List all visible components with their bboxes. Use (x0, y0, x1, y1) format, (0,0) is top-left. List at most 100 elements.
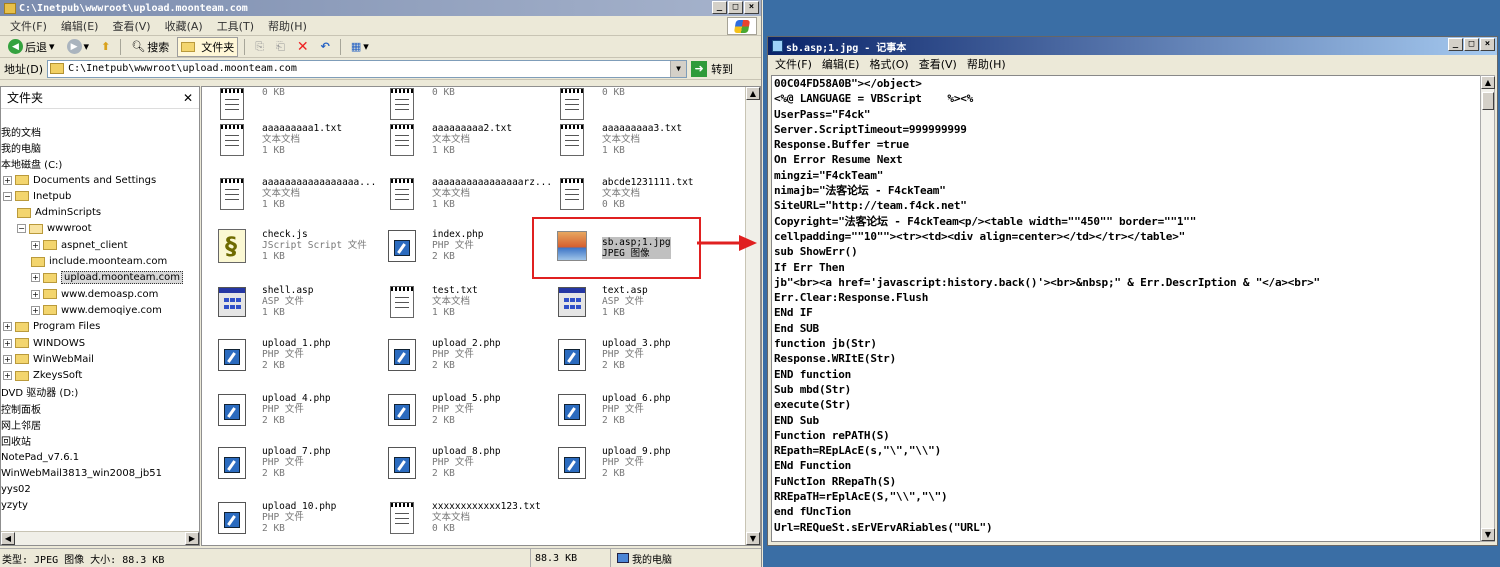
menu-file[interactable]: 文件(F) (4, 18, 53, 34)
tree-item[interactable]: yys02 (1, 482, 199, 498)
tree-item[interactable]: + WINDOWS (1, 335, 199, 351)
tree-item[interactable]: + aspnet_client (1, 237, 199, 253)
copy-to-button[interactable]: ⎗ (272, 38, 289, 56)
address-input[interactable]: C:\Inetpub\wwwroot\upload.moonteam.com ▼ (47, 59, 688, 78)
horizontal-scrollbar[interactable]: ◀ ▶ (1, 531, 199, 545)
folders-button[interactable]: 文件夹 (177, 36, 239, 57)
expand-icon[interactable]: + (31, 305, 40, 315)
tree-item[interactable]: + Program Files (1, 319, 199, 335)
notepad-minimize-button[interactable]: _ (1448, 38, 1463, 51)
expand-icon[interactable]: + (31, 289, 40, 299)
menu-edit[interactable]: 编辑(E) (55, 18, 105, 34)
scroll-right-icon[interactable]: ▶ (185, 532, 199, 545)
file-item[interactable]: upload_8.php PHP 文件 2 KB (377, 440, 542, 486)
tree-item[interactable]: include.moonteam.com (1, 253, 199, 269)
scroll-left-icon[interactable]: ◀ (1, 532, 15, 545)
file-item[interactable]: upload_6.php PHP 文件 2 KB (547, 387, 712, 433)
notepad-titlebar[interactable]: sb.asp;1.jpg - 记事本 _ □ × (768, 37, 1497, 55)
notepad-close-button[interactable]: × (1480, 38, 1495, 51)
folders-pane-close-icon[interactable]: ✕ (183, 91, 193, 105)
go-arrow-icon[interactable]: ➜ (691, 60, 708, 77)
file-item[interactable]: aaaaaaaaa3.txt 文本文档 1 KB (547, 117, 712, 163)
np-menu-edit[interactable]: 编辑(E) (817, 56, 865, 72)
np-menu-help[interactable]: 帮助(H) (962, 56, 1011, 72)
np-menu-file[interactable]: 文件(F) (770, 56, 817, 72)
tree-item[interactable]: AdminScripts (1, 204, 199, 220)
back-button[interactable]: ◀ 后退 ▾ (4, 37, 59, 57)
file-item[interactable]: text.asp ASP 文件 1 KB (547, 279, 712, 325)
undo-button[interactable]: ↶ (317, 38, 334, 55)
go-label[interactable]: 转到 (711, 61, 733, 77)
delete-button[interactable]: ✕ (293, 37, 313, 57)
tree-item[interactable]: 我的电脑 (1, 139, 199, 155)
np-menu-format[interactable]: 格式(O) (864, 56, 913, 72)
file-item[interactable]: upload_3.php PHP 文件 2 KB (547, 332, 712, 378)
expand-icon[interactable]: + (3, 354, 12, 364)
file-item[interactable]: upload_7.php PHP 文件 2 KB (207, 440, 372, 486)
tree-item[interactable]: + upload.moonteam.com (1, 270, 199, 286)
tree-item[interactable]: DVD 驱动器 (D:) (1, 384, 199, 400)
explorer-titlebar[interactable]: C:\Inetpub\wwwroot\upload.moonteam.com _… (0, 0, 761, 16)
tree-item[interactable]: 回收站 (1, 433, 199, 449)
np-scroll-thumb[interactable] (1482, 92, 1494, 110)
close-button[interactable]: × (744, 1, 759, 14)
file-item[interactable]: aaaaaaaaa2.txt 文本文档 1 KB (377, 117, 542, 163)
views-button[interactable]: ▦ ▾ (347, 38, 373, 55)
menu-view[interactable]: 查看(V) (106, 18, 156, 34)
tree-item[interactable]: 本地磁盘 (C:) (1, 156, 199, 172)
file-item[interactable]: upload_2.php PHP 文件 2 KB (377, 332, 542, 378)
np-scroll-up-icon[interactable]: ▲ (1481, 76, 1495, 89)
notepad-maximize-button[interactable]: □ (1464, 38, 1479, 51)
file-item[interactable]: upload_10.php PHP 文件 2 KB (207, 495, 372, 541)
minimize-button[interactable]: _ (712, 1, 727, 14)
file-item[interactable]: aaaaaaaaaaaaaaaaa... 文本文档 1 KB (207, 171, 376, 217)
expand-icon[interactable]: + (31, 240, 40, 250)
menu-favorites[interactable]: 收藏(A) (159, 18, 209, 34)
vertical-scrollbar[interactable]: ▲ ▼ (745, 87, 760, 545)
file-item[interactable]: index.php PHP 文件 2 KB (377, 223, 542, 269)
expand-icon[interactable]: + (3, 175, 12, 185)
file-item[interactable]: aaaaaaaaa1.txt 文本文档 1 KB (207, 117, 372, 163)
scroll-up-icon[interactable]: ▲ (746, 87, 760, 100)
move-to-button[interactable]: ⎘ (251, 38, 268, 56)
menu-help[interactable]: 帮助(H) (262, 18, 313, 34)
file-item[interactable]: aaaaaaaaaaaaaaaarz... 文本文档 1 KB (377, 171, 552, 217)
file-item[interactable]: test.txt 文本文档 1 KB (377, 279, 542, 325)
menu-tools[interactable]: 工具(T) (211, 18, 260, 34)
np-scroll-down-icon[interactable]: ▼ (1481, 528, 1495, 541)
address-dropdown-icon[interactable]: ▼ (670, 60, 687, 77)
tree-item[interactable]: − wwwroot (1, 221, 199, 237)
file-item[interactable]: abcde1231111.txt 文本文档 0 KB (547, 171, 712, 217)
file-item[interactable]: check.jsJScript Script 文件1 KB (207, 223, 372, 269)
expand-icon[interactable]: + (31, 273, 40, 283)
tree-item[interactable]: − Inetpub (1, 188, 199, 204)
file-item[interactable]: upload_4.php PHP 文件 2 KB (207, 387, 372, 433)
tree-item[interactable]: NotePad_v7.6.1 (1, 449, 199, 465)
scroll-down-icon[interactable]: ▼ (746, 532, 760, 545)
file-item[interactable]: shell.asp ASP 文件 1 KB (207, 279, 372, 325)
tree-item[interactable]: 我的文档 (1, 123, 199, 139)
file-item[interactable]: upload_9.php PHP 文件 2 KB (547, 440, 712, 486)
file-item[interactable]: upload_5.php PHP 文件 2 KB (377, 387, 542, 433)
forward-button[interactable]: ▶ ▾ (63, 37, 94, 56)
up-folder-button[interactable]: ⬆ (97, 38, 114, 55)
file-item[interactable]: xxxxxxxxxxxx123.txt 文本文档 0 KB (377, 495, 542, 541)
tree-item[interactable]: + www.demoqiye.com (1, 302, 199, 318)
file-item[interactable]: upload_1.php PHP 文件 2 KB (207, 332, 372, 378)
expand-icon[interactable]: + (3, 338, 12, 348)
np-menu-view[interactable]: 查看(V) (914, 56, 962, 72)
notepad-text-area[interactable]: 00C04FD58A0B"></object> <%@ LANGUAGE = VB… (771, 75, 1481, 542)
expand-icon[interactable]: + (3, 322, 12, 332)
collapse-icon[interactable]: − (17, 224, 26, 234)
tree-item[interactable]: + WinWebMail (1, 351, 199, 367)
tree-item[interactable]: WinWebMail3813_win2008_jb51 (1, 465, 199, 481)
maximize-button[interactable]: □ (728, 1, 743, 14)
expand-icon[interactable]: + (3, 371, 12, 381)
collapse-icon[interactable]: − (3, 191, 12, 201)
tree-item[interactable]: 网上邻居 (1, 416, 199, 432)
notepad-vertical-scrollbar[interactable]: ▲ ▼ (1480, 75, 1495, 542)
tree-item[interactable]: + www.demoasp.com (1, 286, 199, 302)
tree-item[interactable]: + Documents and Settings (1, 172, 199, 188)
tree-item[interactable]: 控制面板 (1, 400, 199, 416)
tree-item[interactable]: yzyty (1, 498, 199, 514)
